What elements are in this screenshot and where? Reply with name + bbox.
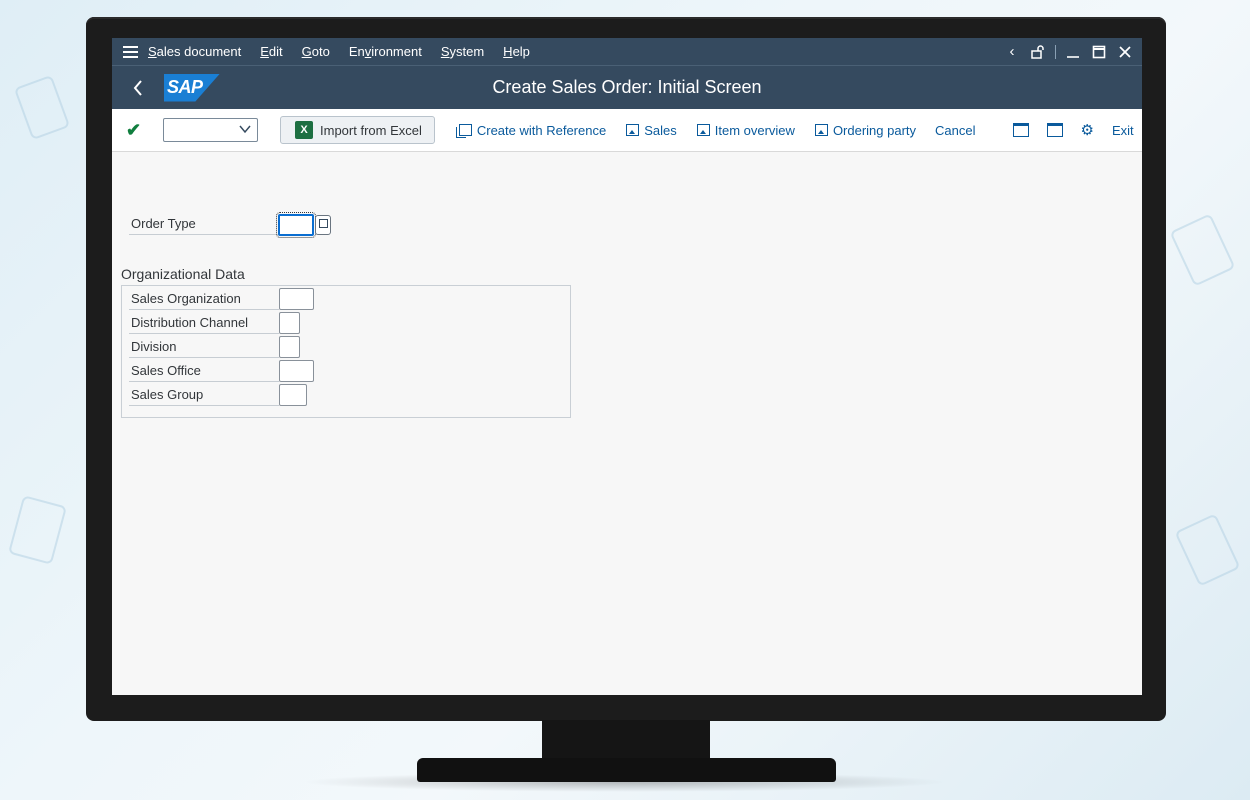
menu-system[interactable]: System [441, 44, 484, 59]
menu-label: oto [311, 44, 330, 59]
sales-office-input[interactable] [279, 360, 314, 382]
sap-logo-text: SAP [167, 77, 203, 97]
create-with-reference-button[interactable]: Create with Reference [455, 122, 607, 138]
organizational-data-title: Organizational Data [121, 266, 245, 282]
ordering-party-button[interactable]: Ordering party [814, 122, 917, 138]
item-overview-label: Item overview [714, 122, 795, 138]
value-help-icon[interactable] [315, 215, 331, 235]
background-decoration [1174, 513, 1241, 587]
menu-label: ystem [449, 44, 485, 59]
background-decoration [1169, 213, 1236, 287]
title-bar: SAP Create Sales Order: Initial Screen [112, 66, 1142, 109]
check-icon[interactable]: ✔ [126, 120, 158, 141]
monitor-neck [542, 720, 710, 762]
sales-organization-label: Sales Organization [129, 290, 279, 310]
window-layout-button[interactable] [1046, 123, 1063, 137]
cancel-button[interactable]: Cancel [935, 123, 975, 138]
menu-goto[interactable]: Goto [302, 44, 330, 59]
hamburger-menu-icon[interactable] [112, 38, 148, 66]
order-type-label: Order Type [129, 215, 279, 235]
menu-label: En [348, 44, 365, 59]
sales-office-label: Sales Office [129, 362, 279, 382]
new-window-icon [1012, 123, 1029, 137]
background-decoration [13, 74, 71, 141]
exit-label: Exit [1111, 122, 1134, 138]
ordering-party-label: Ordering party [832, 122, 917, 138]
menu-edit[interactable]: Edit [260, 44, 282, 59]
division-input[interactable] [279, 336, 300, 358]
division-label: Division [129, 338, 279, 358]
menu-environment[interactable]: Environment [349, 44, 422, 59]
image-icon [696, 124, 710, 136]
sales-group-label: Sales Group [129, 386, 279, 406]
menu-label: dit [268, 44, 283, 59]
close-icon[interactable] [1112, 38, 1138, 66]
distribution-channel-input[interactable] [279, 312, 300, 334]
maximize-icon[interactable] [1086, 38, 1112, 66]
window-controls: ‹ [999, 38, 1142, 66]
sap-logo: SAP [164, 73, 220, 102]
gear-icon: ⚙ [1080, 122, 1094, 139]
excel-icon: X [295, 121, 313, 139]
background-decoration [8, 495, 67, 565]
content-area: Order Type Organizational Data Sales Org… [112, 152, 1142, 695]
sales-organization-input[interactable] [279, 288, 314, 310]
application-toolbar: ✔ X Import from Excel Create with Refere… [112, 109, 1142, 152]
sap-gui-window: Sales document Edit Goto Environment Sys… [112, 38, 1142, 695]
order-type-input[interactable] [276, 212, 316, 238]
import-from-excel-button[interactable]: X Import from Excel [280, 116, 435, 144]
command-field-dropdown[interactable] [163, 118, 258, 142]
chevron-left-icon[interactable]: ‹ [999, 38, 1025, 66]
import-from-excel-label: Import from Excel [320, 122, 422, 138]
menu-sales-document[interactable]: Sales document [148, 44, 241, 59]
exit-button[interactable]: Exit [1112, 123, 1134, 138]
back-button[interactable] [112, 66, 164, 109]
monitor-foot [417, 758, 836, 782]
window-icon [1046, 123, 1063, 137]
menu-bar: Sales document Edit Goto Environment Sys… [112, 38, 1142, 66]
menu-help[interactable]: Help [503, 44, 530, 59]
separator [1055, 44, 1056, 59]
cancel-label: Cancel [935, 122, 976, 138]
sales-label: Sales [644, 122, 677, 138]
organizational-data-group: Sales Organization Distribution Channel … [121, 285, 571, 418]
copy-icon [455, 124, 472, 138]
menu-label: ales document [156, 44, 242, 59]
create-with-reference-label: Create with Reference [476, 122, 607, 138]
item-overview-button[interactable]: Item overview [696, 122, 795, 138]
image-icon [626, 124, 640, 136]
menu-label: ironment [371, 44, 422, 59]
distribution-channel-label: Distribution Channel [129, 314, 279, 334]
chevron-down-icon [239, 122, 251, 139]
image-icon [814, 124, 828, 136]
sales-group-input[interactable] [279, 384, 307, 406]
minimize-icon[interactable] [1060, 38, 1086, 66]
chevron-left-icon [133, 79, 142, 96]
page-title: Create Sales Order: Initial Screen [492, 77, 762, 97]
sales-button[interactable]: Sales [626, 123, 677, 138]
unlock-icon[interactable] [1025, 38, 1051, 66]
new-window-button[interactable] [1012, 123, 1029, 137]
menu-label: elp [512, 44, 530, 59]
settings-button[interactable]: ⚙ [1081, 121, 1094, 139]
